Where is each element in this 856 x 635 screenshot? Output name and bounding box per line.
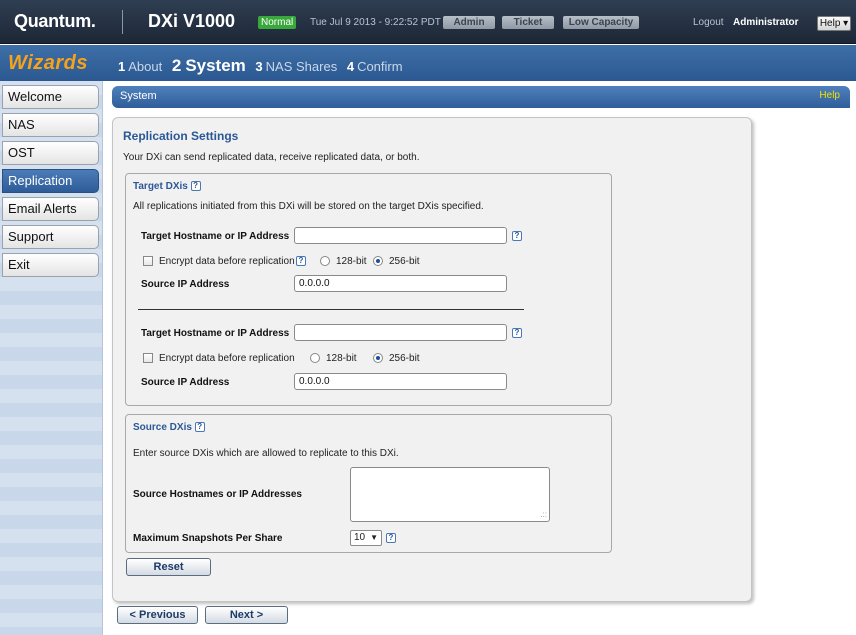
help-icon[interactable]: ? <box>512 231 522 241</box>
sidebar-item-ost[interactable]: OST <box>2 141 99 165</box>
radio-256-bit-label: 256-bit <box>389 353 420 364</box>
wizard-steps: 1 About 2 System 3 NAS Shares 4 Confirm <box>118 56 409 76</box>
source-hostnames-textarea[interactable]: .:: <box>350 467 550 522</box>
sidebar-item-replication[interactable]: Replication <box>2 169 99 193</box>
help-icon[interactable]: ? <box>386 533 396 543</box>
step-system[interactable]: System <box>185 56 245 75</box>
radio-128-bit-label: 128-bit <box>326 353 357 364</box>
help-icon[interactable]: ? <box>190 181 201 192</box>
brand-logo: Quantum. <box>14 11 96 31</box>
sidebar-item-nas[interactable]: NAS <box>2 113 99 137</box>
low-capacity-pill[interactable]: Low Capacity <box>563 16 639 29</box>
step-about[interactable]: About <box>128 59 162 74</box>
source-dxis-description: Enter source DXis which are allowed to r… <box>133 448 399 459</box>
step-number: 1 <box>118 59 126 74</box>
target-dxis-description: All replications initiated from this DXi… <box>133 201 484 212</box>
help-icon[interactable]: ? <box>512 328 522 338</box>
brand-divider <box>122 10 123 34</box>
radio-128-bit-label: 128-bit <box>336 256 367 267</box>
system-datetime: Tue Jul 9 2013 - 9:22:52 PDT <box>310 17 441 28</box>
sidebar: Welcome NAS OST Replication Email Alerts… <box>0 81 103 635</box>
section-header: System Help <box>112 86 850 108</box>
sidebar-item-support[interactable]: Support <box>2 225 99 249</box>
step-confirm[interactable]: Confirm <box>357 59 403 74</box>
reset-button[interactable]: Reset <box>126 558 211 576</box>
source-ip-input[interactable]: 0.0.0.0 <box>294 275 507 292</box>
logout-link[interactable]: Logout <box>693 17 724 28</box>
target-dxis-label: Target DXis <box>133 181 188 192</box>
radio-256-bit-label: 256-bit <box>389 256 420 267</box>
radio-128-bit[interactable] <box>310 353 320 363</box>
max-snapshots-label: Maximum Snapshots Per Share <box>133 533 283 544</box>
wizard-bar: Wizards 1 About 2 System 3 NAS Shares 4 Conf… <box>0 45 856 81</box>
source-ip-label: Source IP Address <box>141 377 230 388</box>
step-number: 3 <box>255 59 263 74</box>
resize-grip-icon[interactable]: .:: <box>540 511 547 519</box>
max-snapshots-select[interactable]: 10 ▼ <box>350 530 382 546</box>
product-name: DXi V1000 <box>148 11 236 31</box>
encrypt-label: Encrypt data before replication <box>159 353 295 364</box>
source-hostnames-label: Source Hostnames or IP Addresses <box>133 489 302 500</box>
entry-divider <box>138 309 524 310</box>
step-number: 2 <box>171 56 182 75</box>
sidebar-item-email-alerts[interactable]: Email Alerts <box>2 197 99 221</box>
section-help-link[interactable]: Help <box>819 90 840 101</box>
sidebar-item-welcome[interactable]: Welcome <box>2 85 99 109</box>
source-dxis-label: Source DXis <box>133 422 192 433</box>
target-hostname-input[interactable] <box>294 324 507 341</box>
ticket-pill[interactable]: Ticket <box>502 16 554 29</box>
user-name: Administrator <box>733 17 799 28</box>
top-bar: Quantum. DXi V1000 Normal Tue Jul 9 2013… <box>0 0 856 44</box>
radio-128-bit[interactable] <box>320 256 330 266</box>
target-hostname-label: Target Hostname or IP Address <box>141 328 290 339</box>
section-title: System <box>120 90 157 102</box>
chevron-down-icon: ▼ <box>370 533 378 542</box>
sidebar-item-exit[interactable]: Exit <box>2 253 99 277</box>
admin-pill[interactable]: Admin <box>443 16 495 29</box>
target-dxis-title: Target DXis ? <box>133 181 201 192</box>
encrypt-checkbox[interactable] <box>143 353 153 363</box>
previous-button[interactable]: < Previous <box>117 606 198 624</box>
radio-256-bit[interactable] <box>373 256 383 266</box>
encrypt-checkbox[interactable] <box>143 256 153 266</box>
source-ip-input[interactable]: 0.0.0.0 <box>294 373 507 390</box>
step-number: 4 <box>346 59 355 74</box>
target-hostname-input[interactable] <box>294 227 507 244</box>
status-badge[interactable]: Normal <box>258 16 297 29</box>
max-snapshots-value: 10 <box>354 532 366 543</box>
page-description: Your DXi can send replicated data, recei… <box>123 152 420 163</box>
next-button[interactable]: Next > <box>205 606 288 624</box>
target-hostname-label: Target Hostname or IP Address <box>141 231 290 242</box>
help-menu-button[interactable]: Help ▾ <box>817 16 851 31</box>
source-ip-label: Source IP Address <box>141 279 230 290</box>
source-dxis-title: Source DXis ? <box>133 422 205 433</box>
help-icon[interactable]: ? <box>194 422 205 433</box>
encrypt-label: Encrypt data before replication <box>159 256 295 267</box>
wizards-title: Wizards <box>8 52 89 74</box>
page-title: Replication Settings <box>123 129 239 143</box>
radio-256-bit[interactable] <box>373 353 383 363</box>
help-icon[interactable]: ? <box>296 256 306 266</box>
step-nas-shares[interactable]: NAS Shares <box>266 59 338 74</box>
